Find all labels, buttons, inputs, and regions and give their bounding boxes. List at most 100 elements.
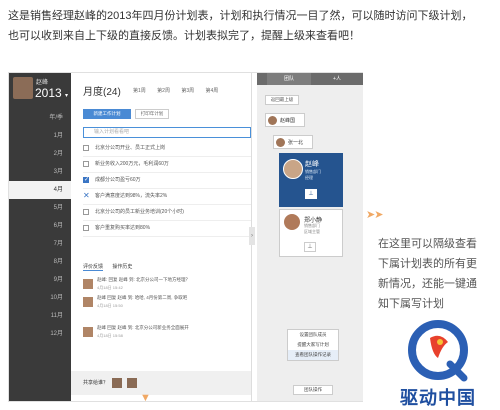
checkbox[interactable] — [83, 145, 89, 151]
sidebar-item-month[interactable]: 3月 — [9, 163, 71, 181]
callout-line: 下属计划表的所有更 — [378, 258, 477, 270]
callout-line: 知下属写计划 — [378, 298, 444, 310]
comment-text: 赵峰: 回复 赵峰 到: 北京分公司一下地方经理？ — [97, 277, 190, 282]
sidebar-item-month[interactable]: 5月 — [9, 199, 71, 217]
team-member[interactable]: 赵峰国 — [265, 113, 305, 127]
avatar — [83, 297, 93, 307]
comment-item: 赵峰 回复 赵峰 到: 哈哈, 4月份第二周, 争取吧 4月18日 15:50 — [83, 295, 253, 321]
avatar — [283, 159, 303, 179]
sidebar-item-month[interactable]: 2月 — [9, 145, 71, 163]
task-row[interactable]: 北京分公司开业、员工正式上岗 — [83, 141, 251, 157]
q-logo-icon — [408, 320, 468, 382]
sidebar-item-month[interactable]: 9月 — [9, 271, 71, 289]
menu-item-set-members[interactable]: 设置团队成员 — [288, 330, 338, 340]
team-ops-button[interactable]: 团队操作 — [293, 385, 333, 395]
checkbox[interactable] — [83, 225, 89, 231]
task-row[interactable]: ✕ 客户满意度达到98%，流失率2% — [83, 189, 251, 205]
share-bar[interactable]: 共享给谁？ — [71, 371, 251, 395]
task-text: 北京分公司开业、员工正式上岗 — [95, 145, 166, 151]
sidebar-item-month[interactable]: 8月 — [9, 253, 71, 271]
chevron-right-icon[interactable]: › — [249, 227, 255, 245]
cancel-icon[interactable]: ✕ — [83, 192, 90, 200]
sidebar-item-month[interactable]: 12月 — [9, 325, 71, 343]
team-panel: 团队 +人 返回最上级 赵峰国 张一北 赵峰 销售部门 经理 ⊥ 郑小静 销售部… — [257, 73, 363, 401]
callout-line: 在这里可以隔级查看 — [378, 238, 477, 250]
checkbox[interactable] — [83, 209, 89, 215]
team-panel-tabs: 团队 +人 — [257, 73, 363, 85]
page-title: 月度(24) — [83, 87, 121, 98]
tab-history[interactable]: 操作历史 — [112, 264, 132, 270]
intro-line-2: 也可以收到来自上下级的直接反馈。计划表拟完了，提醒上级来查看吧！ — [8, 30, 360, 42]
sidebar-item-month[interactable]: 1月 — [9, 127, 71, 145]
comment-item: 赵峰 回复 赵峰 到: 北京分公司新业务全面展开 4月18日 15:58 — [83, 325, 253, 351]
print-plan-button[interactable]: 打印年计划 — [135, 109, 169, 119]
comment-time: 4月18日 15:50 — [97, 303, 123, 308]
plan-main: 月度(24) 第1周 第2周 第3周 第4周 新建工作计划 打印年计划 输入计划… — [71, 73, 251, 401]
task-row[interactable]: 北京分公司的员工新业务培训(20个小时) — [83, 205, 251, 221]
task-text: 新业务收入200万元，毛利润60万 — [95, 161, 169, 167]
intro-text: 这是销售经理赵峰的2013年四月份计划表，计划和执行情况一目了然，可以随时访问下… — [8, 6, 492, 46]
sidebar-item-month-selected[interactable]: 4月 — [9, 181, 71, 199]
comment-text: 赵峰 回复 赵峰 到: 北京分公司新业务全面展开 — [97, 325, 189, 330]
task-row[interactable]: 新业务收入200万元，毛利润60万 — [83, 157, 251, 173]
sidebar-item-month[interactable]: 10月 — [9, 289, 71, 307]
selected-member-card[interactable]: 赵峰 销售部门 经理 ⊥ — [279, 153, 343, 207]
callout-line: 新情况，还能一键通 — [378, 278, 477, 290]
watermark-text: 驱动中国 — [400, 388, 476, 409]
checkbox[interactable] — [83, 161, 89, 167]
team-member[interactable]: 张一北 — [273, 135, 313, 149]
year-selector[interactable]: 2013 ▾ — [35, 86, 68, 100]
comment-text: 赵峰 回复 赵峰 到: 哈哈, 4月份第二周, 争取吧 — [97, 295, 188, 300]
avatar[interactable] — [112, 377, 123, 388]
back-to-top-button[interactable]: 返回最上级 — [265, 95, 299, 105]
avatar — [83, 327, 93, 337]
arrow-icon: ▼ — [140, 392, 151, 404]
task-text: 北京分公司的员工新业务培训(20个小时) — [95, 209, 184, 215]
member-role: 经理 — [305, 175, 313, 180]
task-text: 成都分公司盈亏60万 — [95, 177, 141, 183]
member-card[interactable]: 郑小静 销售部门 区域主管 ⊥ — [279, 209, 343, 257]
tab-feedback[interactable]: 评价反馈 — [83, 264, 104, 271]
new-plan-button[interactable]: 新建工作计划 — [83, 109, 131, 119]
avatar[interactable] — [13, 77, 33, 99]
week-tabs: 第1周 第2周 第3周 第4周 — [133, 87, 228, 94]
planner-screenshot: 赵峰 2013 ▾ 年/季 1月 2月 3月 4月 5月 6月 7月 8月 9月… — [8, 72, 363, 402]
org-tree-icon[interactable]: ⊥ — [304, 242, 316, 252]
tab-add-person[interactable]: +人 — [315, 73, 359, 85]
avatar — [83, 279, 93, 289]
comment-time: 4月18日 15:58 — [97, 333, 123, 338]
callout-text: 在这里可以隔级查看 下属计划表的所有更 新情况，还能一键通 知下属写计划 — [378, 234, 488, 314]
tab-week-3[interactable]: 第3周 — [181, 88, 194, 94]
sidebar-item-year-quarter[interactable]: 年/季 — [9, 109, 71, 127]
member-name: 赵峰国 — [280, 118, 296, 124]
task-text: 客户满意度达到98%，流失率2% — [95, 193, 168, 199]
avatar[interactable] — [126, 377, 137, 388]
org-tree-icon[interactable]: ⊥ — [305, 189, 317, 199]
chevron-down-icon: ▾ — [65, 93, 69, 99]
watermark-logo: 驱动中国 — [378, 318, 498, 409]
task-row[interactable]: 客户重复购买率达到80% — [83, 221, 251, 237]
sidebar-item-month[interactable]: 11月 — [9, 307, 71, 325]
tab-week-2[interactable]: 第2周 — [157, 88, 170, 94]
sidebar-item-month[interactable]: 7月 — [9, 235, 71, 253]
checkbox-checked[interactable]: ✓ — [83, 177, 89, 183]
new-task-input[interactable]: 输入计划看看吧 — [83, 127, 251, 138]
menu-item-remind-plan[interactable]: 提醒大家写计划 — [288, 340, 338, 350]
avatar — [276, 138, 285, 147]
menu-item-view-log[interactable]: 查看团队操作记录 — [288, 350, 338, 360]
arrow-icon: ➤➤ — [366, 209, 383, 221]
sidebar-user-name: 赵峰 — [36, 80, 49, 86]
member-name: 赵峰 — [305, 161, 319, 168]
tab-team[interactable]: 团队 — [267, 73, 311, 85]
member-role: 区域主管 — [304, 229, 320, 234]
comment-time: 4月18日 15:42 — [97, 285, 123, 290]
avatar — [284, 214, 300, 230]
task-row[interactable]: ✓ 成都分公司盈亏60万 — [83, 173, 251, 189]
tab-week-1[interactable]: 第1周 — [133, 88, 146, 94]
sidebar-item-month[interactable]: 6月 — [9, 217, 71, 235]
tab-week-4[interactable]: 第4周 — [206, 88, 219, 94]
task-text: 客户重复购买率达到80% — [95, 225, 151, 231]
team-ops-menu: 设置团队成员 提醒大家写计划 查看团队操作记录 — [287, 329, 339, 361]
month-sidebar: 赵峰 2013 ▾ 年/季 1月 2月 3月 4月 5月 6月 7月 8月 9月… — [9, 73, 71, 401]
share-label: 共享给谁？ — [83, 380, 109, 386]
